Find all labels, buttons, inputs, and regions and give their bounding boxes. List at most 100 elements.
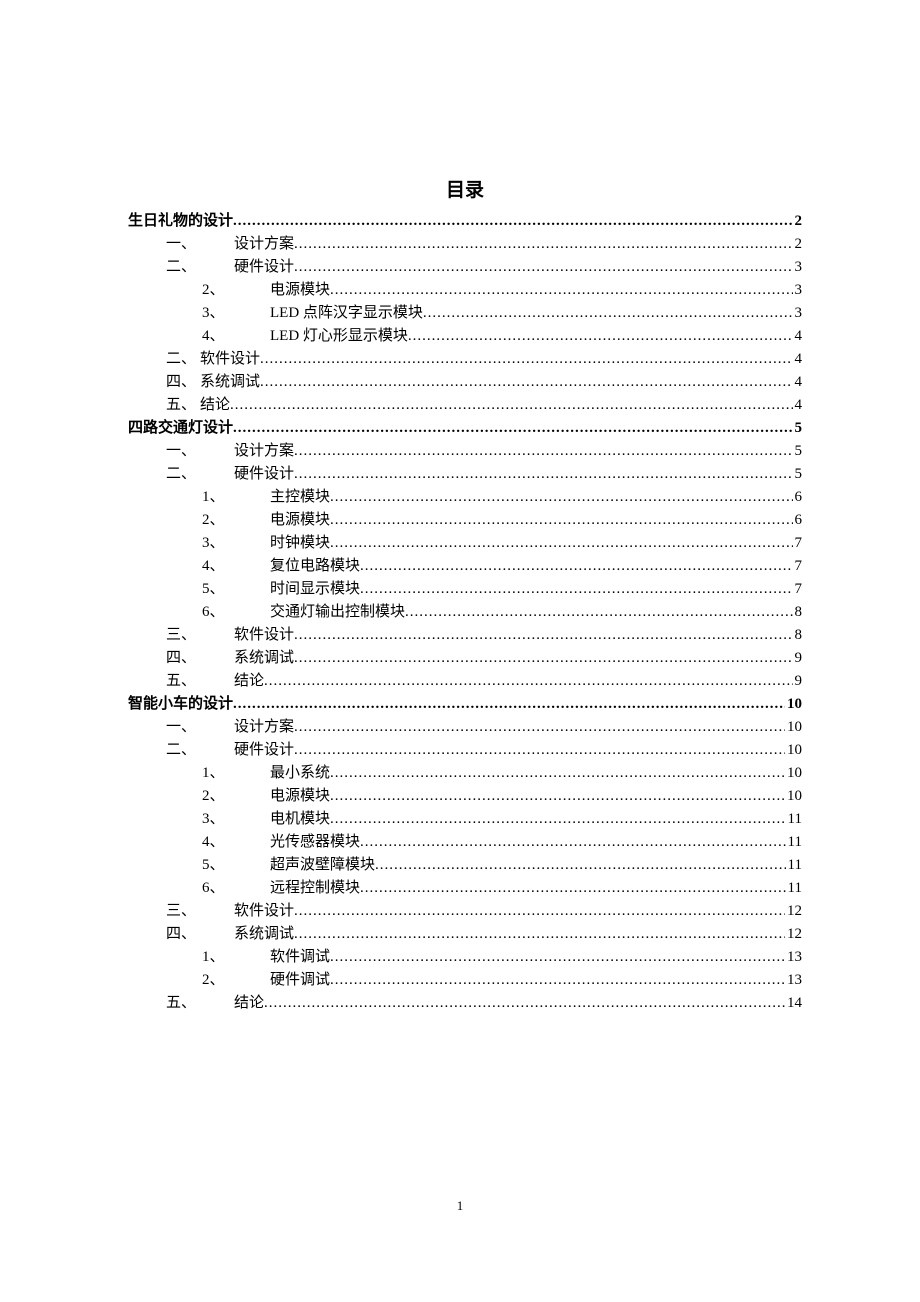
toc-entry[interactable]: 1、软件调试13 [128, 946, 802, 969]
toc-entry[interactable]: 二、硬件设计5 [128, 463, 802, 486]
toc-entry-text: 时钟模块 [270, 535, 330, 551]
toc-entry[interactable]: 五、结论4 [128, 394, 802, 417]
toc-entry-number: 四、 [166, 923, 234, 946]
toc-entry-text: 软件调试 [270, 949, 330, 965]
toc-entry[interactable]: 二、硬件设计3 [128, 256, 802, 279]
toc-leader-dots [405, 601, 792, 624]
toc-leader-dots [294, 900, 785, 923]
document-page: 目录 生日礼物的设计2一、设计方案2二、硬件设计32、电源模块33、LED 点阵… [0, 0, 920, 1302]
toc-entry-text: 设计方案 [234, 236, 294, 252]
toc-entry[interactable]: 6、交通灯输出控制模块 8 [128, 601, 802, 624]
toc-entry[interactable]: 四、系统调试4 [128, 371, 802, 394]
toc-entry-number: 1、 [202, 486, 270, 509]
toc-entry[interactable]: 三、软件设计12 [128, 900, 802, 923]
toc-entry-text: 主控模块 [270, 489, 330, 505]
toc-entry[interactable]: 五、结论9 [128, 670, 802, 693]
toc-entry-number: 4、 [202, 555, 270, 578]
toc-entry-page: 6 [793, 509, 803, 532]
toc-entry-label: 智能小车的设计 [128, 693, 233, 716]
toc-leader-dots [330, 279, 792, 302]
toc-leader-dots [264, 992, 785, 1015]
toc-entry-number: 五、 [166, 992, 234, 1015]
toc-entry-page: 10 [785, 693, 802, 716]
toc-entry-page: 2 [793, 210, 803, 233]
toc-entry-label: 二、硬件设计 [166, 739, 294, 762]
toc-entry-number: 2、 [202, 509, 270, 532]
toc-leader-dots [360, 555, 792, 578]
toc-entry[interactable]: 3、时钟模块7 [128, 532, 802, 555]
toc-entry[interactable]: 二、硬件设计 10 [128, 739, 802, 762]
page-footer-number: 1 [0, 1198, 920, 1214]
toc-entry[interactable]: 四路交通灯设计5 [128, 417, 802, 440]
toc-entry[interactable]: 2、电源模块 6 [128, 509, 802, 532]
toc-entry-label: 2、电源模块 [202, 279, 330, 302]
toc-leader-dots [294, 647, 792, 670]
toc-entry[interactable]: 四、系统调试9 [128, 647, 802, 670]
toc-entry[interactable]: 2、电源模块10 [128, 785, 802, 808]
toc-entry[interactable]: 五、结论14 [128, 992, 802, 1015]
toc-entry-number: 2、 [202, 279, 270, 302]
toc-entry-text: 软件设计 [234, 627, 294, 643]
toc-leader-dots [330, 808, 786, 831]
toc-entry[interactable]: 三、软件设计8 [128, 624, 802, 647]
toc-entry-text: 交通灯输出控制模块 [270, 604, 405, 620]
toc-entry-number: 二、 [166, 256, 234, 279]
toc-entry-text: 设计方案 [234, 719, 294, 735]
toc-leader-dots [423, 302, 793, 325]
toc-entry[interactable]: 智能小车的设计 10 [128, 693, 802, 716]
toc-entry-number: 一、 [166, 233, 234, 256]
toc-entry-page: 5 [793, 417, 803, 440]
toc-entry[interactable]: 4、LED 灯心形显示模块4 [128, 325, 802, 348]
toc-entry[interactable]: 一、设计方案10 [128, 716, 802, 739]
toc-leader-dots [233, 417, 792, 440]
toc-leader-dots [260, 348, 792, 371]
toc-entry-page: 7 [793, 532, 803, 555]
toc-entry[interactable]: 一、设计方案 2 [128, 233, 802, 256]
toc-entry-text: 系统调试 [200, 374, 260, 390]
toc-entry[interactable]: 2、电源模块 3 [128, 279, 802, 302]
toc-entry[interactable]: 二、软件设计4 [128, 348, 802, 371]
toc-entry-text: 远程控制模块 [270, 880, 360, 896]
toc-entry-label: 5、超声波壁障模块 [202, 854, 375, 877]
toc-entry-page: 2 [793, 233, 803, 256]
toc-entry-number: 二、 [166, 348, 200, 371]
toc-entry-label: 2、硬件调试 [202, 969, 330, 992]
toc-container: 生日礼物的设计2一、设计方案2二、硬件设计32、电源模块33、LED 点阵汉字显… [128, 210, 802, 1015]
toc-entry[interactable]: 一、设计方案5 [128, 440, 802, 463]
toc-entry[interactable]: 6、远程控制模块11 [128, 877, 802, 900]
toc-leader-dots [294, 716, 785, 739]
toc-entry-page: 10 [785, 739, 802, 762]
toc-entry-page: 8 [793, 601, 803, 624]
toc-entry-number: 三、 [166, 900, 234, 923]
toc-entry-page: 6 [793, 486, 803, 509]
toc-entry[interactable]: 1、主控模块 6 [128, 486, 802, 509]
toc-entry-label: 二、软件设计 [166, 348, 260, 371]
toc-entry-page: 12 [785, 900, 802, 923]
toc-entry[interactable]: 3、LED 点阵汉字显示模块3 [128, 302, 802, 325]
toc-entry[interactable]: 1、最小系统10 [128, 762, 802, 785]
toc-leader-dots [294, 463, 792, 486]
toc-entry-page: 14 [785, 992, 802, 1015]
toc-entry-label: 2、电源模块 [202, 785, 330, 808]
toc-entry[interactable]: 5、超声波壁障模块11 [128, 854, 802, 877]
toc-entry-page: 3 [793, 279, 803, 302]
toc-entry[interactable]: 3、电机模块11 [128, 808, 802, 831]
toc-entry[interactable]: 5、时间显示模块7 [128, 578, 802, 601]
toc-entry-text: 电源模块 [270, 282, 330, 298]
toc-entry[interactable]: 4、复位电路模块7 [128, 555, 802, 578]
toc-entry-label: 6、交通灯输出控制模块 [202, 601, 405, 624]
toc-entry[interactable]: 四、系统调试12 [128, 923, 802, 946]
toc-entry-number: 1、 [202, 946, 270, 969]
toc-entry-label: 1、最小系统 [202, 762, 330, 785]
toc-leader-dots [330, 946, 785, 969]
toc-leader-dots [330, 969, 785, 992]
toc-entry-number: 四、 [166, 371, 200, 394]
toc-leader-dots [360, 831, 786, 854]
toc-entry-text: 结论 [200, 397, 230, 413]
toc-entry-label: 2、电源模块 [202, 509, 330, 532]
toc-entry[interactable]: 生日礼物的设计2 [128, 210, 802, 233]
toc-entry[interactable]: 4、光传感器模块11 [128, 831, 802, 854]
toc-leader-dots [294, 233, 792, 256]
toc-entry-number: 5、 [202, 578, 270, 601]
toc-entry[interactable]: 2、硬件调试13 [128, 969, 802, 992]
